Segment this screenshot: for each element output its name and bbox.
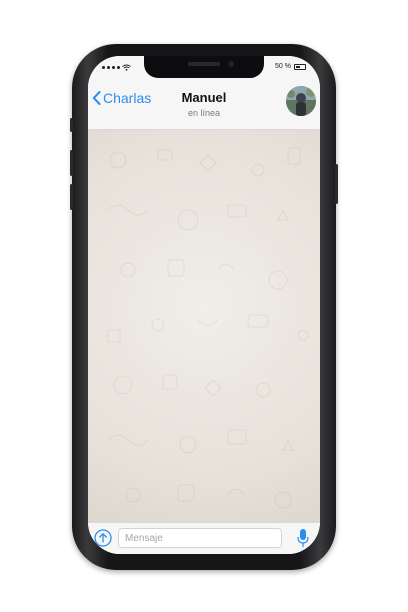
contact-status: en línea [187,108,221,118]
signal-indicator [102,64,131,71]
message-input-bar [88,522,320,554]
upload-arrow-icon[interactable] [94,529,112,547]
volume-down-button [70,184,73,210]
battery-text: 50 % [275,63,291,70]
chat-background [88,130,320,522]
message-input[interactable] [118,528,282,548]
front-camera [228,61,234,67]
avatar[interactable] [286,86,316,116]
chat-wallpaper-pattern [107,147,309,509]
battery-icon [294,63,306,70]
power-button [335,164,338,204]
chat-header: Charlas Manuel en línea [88,78,320,130]
volume-up-button [70,150,73,176]
wifi-icon [122,64,131,71]
mute-switch [70,118,73,132]
phone-screen: 50 % Charlas Manuel en línea [88,56,320,554]
microphone-icon[interactable] [296,528,310,548]
notch [144,56,264,78]
battery-indicator: 50 % [275,63,306,70]
speaker [188,62,220,66]
